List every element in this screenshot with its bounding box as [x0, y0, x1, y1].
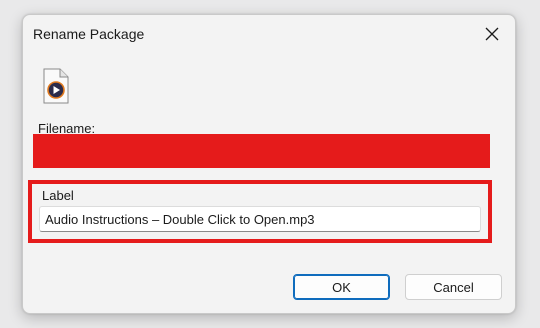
- ok-button[interactable]: OK: [293, 274, 390, 300]
- cancel-button[interactable]: Cancel: [405, 274, 502, 300]
- close-icon: [485, 27, 499, 41]
- label-input[interactable]: [39, 206, 481, 232]
- media-file-icon: [42, 68, 70, 104]
- filename-field-redacted[interactable]: [33, 134, 490, 168]
- dialog-title: Rename Package: [33, 26, 145, 42]
- label-caption: Label: [42, 188, 74, 203]
- rename-package-dialog: Rename Package Filename: Label OK Cancel: [22, 14, 516, 314]
- label-highlight-box: Label: [28, 180, 492, 243]
- close-button[interactable]: [477, 21, 507, 47]
